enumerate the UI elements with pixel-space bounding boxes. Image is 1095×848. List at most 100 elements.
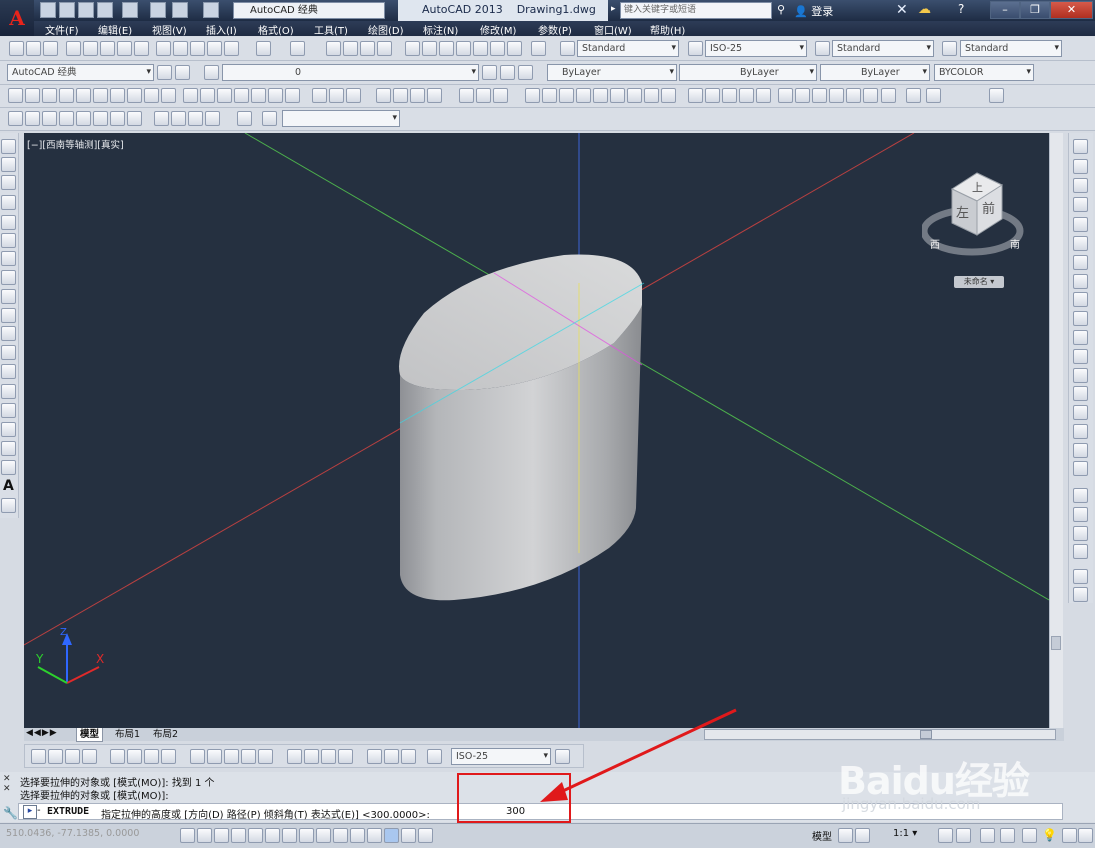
view-ne-iso-icon[interactable]	[154, 111, 169, 126]
zoom-window-icon[interactable]	[360, 41, 375, 56]
autodesk-360-icon[interactable]: ☁	[918, 2, 931, 17]
hatch-back-icon[interactable]	[1073, 587, 1088, 602]
cone-icon[interactable]	[59, 88, 74, 103]
ucs-menu-button[interactable]: 未命名 ▾	[954, 276, 1004, 288]
polar-tracking-icon[interactable]	[248, 828, 263, 843]
rotate-icon[interactable]	[1073, 255, 1088, 270]
table-icon[interactable]	[1, 460, 16, 475]
spline-icon[interactable]	[1, 289, 16, 304]
draworder-under-icon[interactable]	[1073, 544, 1088, 559]
layer-properties-icon[interactable]	[204, 65, 219, 80]
tab-nav-arrows-icon[interactable]: ◀◀▶▶	[26, 728, 58, 738]
save-icon[interactable]	[43, 41, 58, 56]
move-icon[interactable]	[1073, 236, 1088, 251]
compass-west-label[interactable]: 西	[930, 240, 940, 251]
slice-icon[interactable]	[795, 88, 810, 103]
undo-icon[interactable]	[256, 41, 271, 56]
lineweight-display-icon[interactable]	[350, 828, 365, 843]
paste-icon[interactable]	[190, 41, 205, 56]
dim-style-manager-icon[interactable]	[427, 749, 442, 764]
planar-surface-icon[interactable]	[161, 88, 176, 103]
exchange-icon[interactable]: ✕	[896, 2, 908, 18]
login-link[interactable]: 👤 登录	[794, 3, 833, 19]
quick-view-layouts-icon[interactable]	[838, 828, 853, 843]
ucs-world-icon[interactable]	[427, 88, 442, 103]
minimize-button[interactable]: –	[990, 1, 1020, 19]
workspace-combo[interactable]: AutoCAD 经典	[233, 2, 385, 19]
visual-style-wireframe-icon[interactable]	[881, 88, 896, 103]
vertical-scrollbar[interactable]	[1049, 133, 1063, 728]
dynamic-input-icon[interactable]	[333, 828, 348, 843]
add-selected-icon[interactable]	[1, 498, 16, 513]
hardware-acceleration-icon[interactable]	[1022, 828, 1037, 843]
dim-break-icon[interactable]	[258, 749, 273, 764]
view-back-icon[interactable]	[93, 111, 108, 126]
binoculars-icon[interactable]: ⚲	[777, 3, 785, 16]
gradient-icon[interactable]	[1, 422, 16, 437]
polygon-icon[interactable]	[1, 195, 16, 210]
color-edges-icon[interactable]	[688, 88, 703, 103]
trim-icon[interactable]	[1073, 311, 1088, 326]
dim-radius-icon[interactable]	[110, 749, 125, 764]
object-snap-tracking-icon[interactable]	[299, 828, 314, 843]
view-right-icon[interactable]	[59, 111, 74, 126]
circle-icon[interactable]	[1, 251, 16, 266]
extrude-faces-icon[interactable]	[525, 88, 540, 103]
copy-edges-icon[interactable]	[661, 88, 676, 103]
visual-style-realistic-icon[interactable]	[926, 88, 941, 103]
dim-text-edit-icon[interactable]	[384, 749, 399, 764]
undo-icon[interactable]	[172, 2, 188, 18]
quickcalc-icon[interactable]	[490, 41, 505, 56]
workspace-select[interactable]: AutoCAD 经典	[7, 64, 154, 81]
offset-icon[interactable]	[1073, 197, 1088, 212]
multiline-text-icon[interactable]: A	[3, 478, 14, 494]
isolate-objects-icon[interactable]: 💡	[1042, 828, 1057, 842]
color-select[interactable]: ByLayer	[547, 64, 677, 81]
draworder-back-icon[interactable]	[1073, 507, 1088, 522]
quick-properties-icon[interactable]	[384, 828, 399, 843]
separate-icon[interactable]	[739, 88, 754, 103]
publish-web-icon[interactable]	[134, 41, 149, 56]
drawing-viewport[interactable]: [−][西南等轴测][真实] X Y Z 上 左 前 西 南 未命名 ▾	[24, 133, 1049, 728]
open-file-icon[interactable]	[59, 2, 75, 18]
make-block-icon[interactable]	[1, 364, 16, 379]
maximize-button[interactable]: ❐	[1020, 1, 1050, 19]
layer-previous-icon[interactable]	[500, 65, 515, 80]
clean-screen-icon[interactable]	[1078, 828, 1093, 843]
markup-icon[interactable]	[473, 41, 488, 56]
copy-object-icon[interactable]	[1073, 159, 1088, 174]
dim-arc-icon[interactable]	[65, 749, 80, 764]
view-se-iso-icon[interactable]	[127, 111, 142, 126]
3d-array-icon[interactable]	[393, 88, 408, 103]
blend-curves-icon[interactable]	[1073, 443, 1088, 458]
extruded-cylinder[interactable]	[399, 254, 645, 601]
ucs-icon[interactable]	[410, 88, 425, 103]
view-top-icon[interactable]	[8, 111, 23, 126]
quick-view-drawings-icon[interactable]	[855, 828, 870, 843]
dim-style-select[interactable]: ISO-25	[705, 40, 807, 57]
color-faces-icon[interactable]	[644, 88, 659, 103]
zoom-previous-icon[interactable]	[377, 41, 392, 56]
pan-icon[interactable]	[326, 41, 341, 56]
insert-block-icon[interactable]	[1, 345, 16, 360]
dynamic-ucs-icon[interactable]	[316, 828, 331, 843]
dim-diameter-icon[interactable]	[144, 749, 159, 764]
interfere-icon[interactable]	[829, 88, 844, 103]
explode-icon[interactable]	[1073, 461, 1088, 476]
tab-layout1[interactable]: 布局1	[112, 728, 143, 741]
dim-angular-icon[interactable]	[161, 749, 176, 764]
visual-style-hidden-icon[interactable]	[906, 88, 921, 103]
close-button[interactable]: ✕	[1050, 1, 1093, 19]
fillet-icon[interactable]	[1073, 424, 1088, 439]
viewcube[interactable]: 上 左 前 西 南	[922, 163, 1042, 263]
break-icon[interactable]	[1073, 368, 1088, 383]
construction-line-icon[interactable]	[1, 157, 16, 172]
tolerance-icon[interactable]	[287, 749, 302, 764]
menu-draw[interactable]: 绘图(D)	[368, 22, 404, 37]
erase-icon[interactable]	[1073, 139, 1088, 154]
annotation-scale[interactable]: 1:1 ▾	[893, 828, 917, 839]
section-icon[interactable]	[846, 88, 861, 103]
toolbar-lock-icon[interactable]	[1000, 828, 1015, 843]
3d-move-icon[interactable]	[329, 88, 344, 103]
arc-icon[interactable]	[1, 233, 16, 248]
